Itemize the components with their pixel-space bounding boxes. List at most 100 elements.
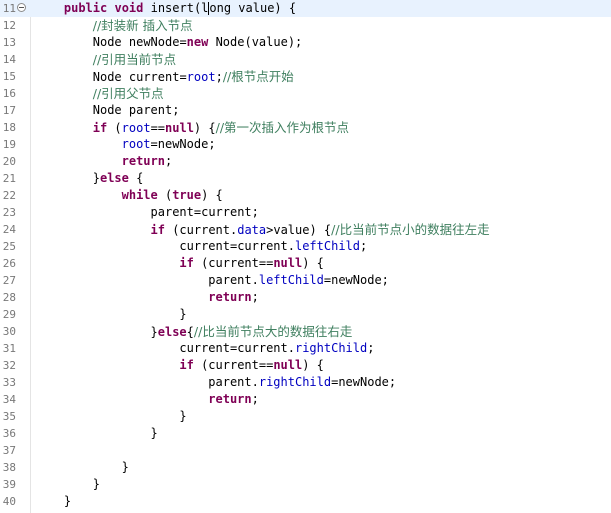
code-token: } bbox=[150, 325, 158, 339]
code-token: parent. bbox=[208, 375, 259, 389]
keyword-token: return bbox=[121, 154, 165, 168]
code-text: if (current==null) { bbox=[179, 357, 324, 374]
comment-token: //第一次插入作为根节点 bbox=[215, 120, 350, 135]
code-text: }else{//比当前节点大的数据往右走 bbox=[151, 323, 353, 341]
code-token: ; bbox=[164, 154, 173, 168]
code-token: } bbox=[179, 307, 187, 321]
code-line-17[interactable]: 17 Node parent; bbox=[0, 102, 611, 119]
code-token: ) { bbox=[302, 358, 324, 372]
code-line-23[interactable]: 23 parent=current; bbox=[0, 204, 611, 221]
code-token: ong value) { bbox=[209, 1, 297, 15]
code-text: return; bbox=[122, 153, 173, 170]
code-token: (current. bbox=[164, 223, 238, 237]
code-line-34[interactable]: 34 return; bbox=[0, 391, 611, 408]
keyword-token: if bbox=[179, 256, 194, 270]
line-number: 32 bbox=[2, 359, 16, 372]
field-token: root bbox=[186, 70, 216, 84]
code-text: //引用当前节点 bbox=[93, 51, 176, 69]
code-token: ) { bbox=[302, 256, 324, 270]
code-text: if (current==null) { bbox=[179, 255, 324, 272]
line-number: 40 bbox=[2, 495, 16, 508]
code-line-20[interactable]: 20 return; bbox=[0, 153, 611, 170]
comment-token: //引用当前节点 bbox=[92, 52, 177, 67]
field-token: rightChild bbox=[294, 341, 368, 355]
code-line-24[interactable]: 24 if (current.data>value) {//比当前节点小的数据往左… bbox=[0, 221, 611, 238]
code-line-36[interactable]: 36} bbox=[0, 425, 611, 442]
keyword-token: return bbox=[208, 392, 252, 406]
code-line-33[interactable]: 33 parent.rightChild=newNode; bbox=[0, 374, 611, 391]
line-number: 33 bbox=[2, 376, 16, 389]
code-text: parent.leftChild=newNode; bbox=[208, 272, 389, 289]
keyword-token: null bbox=[273, 256, 303, 270]
code-line-19[interactable]: 19 root=newNode; bbox=[0, 136, 611, 153]
code-text: Node parent; bbox=[93, 102, 180, 119]
code-token: ( bbox=[107, 121, 122, 135]
code-text: //引用父节点 bbox=[93, 85, 164, 103]
code-token: (current== bbox=[193, 358, 274, 372]
code-line-35[interactable]: 35} bbox=[0, 408, 611, 425]
code-token: } bbox=[63, 494, 72, 508]
code-line-11[interactable]: 11 public void insert(long value) { bbox=[0, 0, 611, 17]
field-token: leftChild bbox=[258, 273, 324, 287]
code-line-37[interactable]: 37 bbox=[0, 442, 611, 459]
code-line-14[interactable]: 14 //引用当前节点 bbox=[0, 51, 611, 68]
field-token: rightChild bbox=[258, 375, 332, 389]
line-number: 36 bbox=[2, 427, 16, 440]
line-number: 12 bbox=[2, 19, 16, 32]
collapse-fold-icon[interactable] bbox=[17, 3, 26, 12]
code-token: ; bbox=[215, 70, 223, 84]
code-token: =newNode; bbox=[331, 375, 397, 389]
code-line-38[interactable]: 38} bbox=[0, 459, 611, 476]
keyword-token: else bbox=[157, 325, 187, 339]
keyword-token: void bbox=[114, 1, 144, 15]
comment-token: //比当前节点小的数据往左走 bbox=[331, 222, 490, 237]
line-number: 13 bbox=[2, 36, 16, 49]
code-text: current=current.rightChild; bbox=[179, 340, 374, 357]
comment-token: //引用父节点 bbox=[92, 86, 164, 101]
code-editor[interactable]: 11 public void insert(long value) {12 //封装… bbox=[0, 0, 611, 513]
field-token: root bbox=[121, 137, 151, 151]
code-line-26[interactable]: 26 if (current==null) { bbox=[0, 255, 611, 272]
line-number: 27 bbox=[2, 274, 16, 287]
code-text: Node current=root;//根节点开始 bbox=[93, 68, 294, 86]
code-text: } bbox=[179, 408, 186, 425]
code-line-31[interactable]: 31 current=current.rightChild; bbox=[0, 340, 611, 357]
code-token: insert(l bbox=[143, 1, 209, 15]
code-line-15[interactable]: 15 Node current=root;//根节点开始 bbox=[0, 68, 611, 85]
code-text: while (true) { bbox=[122, 187, 223, 204]
code-line-12[interactable]: 12 //封装新 插入节点 bbox=[0, 17, 611, 34]
line-number: 17 bbox=[2, 104, 16, 117]
code-line-22[interactable]: 22 while (true) { bbox=[0, 187, 611, 204]
comment-token: //比当前节点大的数据往右走 bbox=[193, 324, 353, 339]
code-line-21[interactable]: 21}else { bbox=[0, 170, 611, 187]
code-token: { bbox=[128, 171, 144, 185]
code-line-32[interactable]: 32 if (current==null) { bbox=[0, 357, 611, 374]
keyword-token: new bbox=[186, 35, 209, 49]
keyword-token: else bbox=[99, 171, 129, 185]
code-line-29[interactable]: 29} bbox=[0, 306, 611, 323]
keyword-token: null bbox=[273, 358, 303, 372]
keyword-token: null bbox=[165, 121, 194, 135]
code-text: parent.rightChild=newNode; bbox=[208, 374, 396, 391]
code-token: } bbox=[121, 460, 129, 474]
code-token: ; bbox=[251, 290, 259, 304]
field-token: data bbox=[237, 223, 267, 237]
line-number: 34 bbox=[2, 393, 16, 406]
code-text: } bbox=[64, 493, 71, 510]
code-line-28[interactable]: 28 return; bbox=[0, 289, 611, 306]
code-line-30[interactable]: 30}else{//比当前节点大的数据往右走 bbox=[0, 323, 611, 340]
keyword-token: while bbox=[121, 188, 158, 202]
code-text: current=current.leftChild; bbox=[179, 238, 367, 255]
code-text: } bbox=[151, 425, 158, 442]
code-line-39[interactable]: 39} bbox=[0, 476, 611, 493]
code-line-18[interactable]: 18 if (root==null) {//第一次插入作为根节点 bbox=[0, 119, 611, 136]
code-line-16[interactable]: 16 //引用父节点 bbox=[0, 85, 611, 102]
code-line-40[interactable]: 40} bbox=[0, 493, 611, 510]
line-number: 39 bbox=[2, 478, 16, 491]
code-token: current=current. bbox=[179, 239, 295, 253]
code-line-27[interactable]: 27 parent.leftChild=newNode; bbox=[0, 272, 611, 289]
code-text: root=newNode; bbox=[122, 136, 216, 153]
code-line-13[interactable]: 13 Node newNode=new Node(value); bbox=[0, 34, 611, 51]
code-line-25[interactable]: 25 current=current.leftChild; bbox=[0, 238, 611, 255]
line-number: 19 bbox=[2, 138, 16, 151]
